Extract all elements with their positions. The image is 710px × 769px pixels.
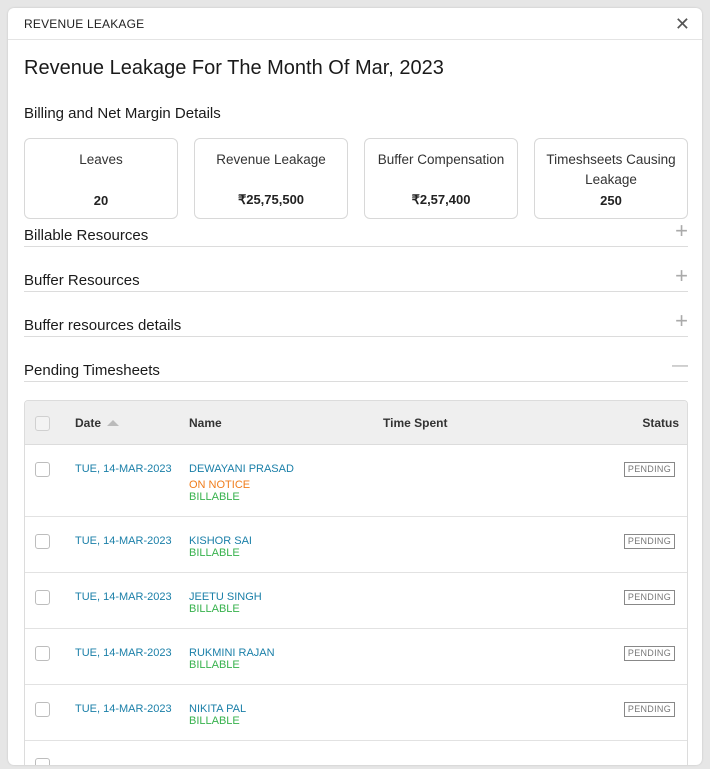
- column-time-spent: Time Spent: [383, 416, 448, 430]
- card-value: 250: [600, 193, 622, 208]
- card-value: ₹2,57,400: [411, 192, 471, 207]
- card-revenue-leakage: Revenue Leakage ₹25,75,500: [194, 138, 348, 219]
- row-date[interactable]: TUE, 14-MAR-2023: [75, 647, 172, 659]
- card-label: Timeshseets Causing Leakage: [546, 152, 676, 187]
- status-badge: PENDING: [623, 534, 675, 549]
- card-timesheets-causing-leakage: Timeshseets Causing Leakage 250: [534, 138, 688, 219]
- accordion-pending-timesheets[interactable]: Pending Timesheets —: [24, 337, 688, 382]
- billable-tag: BILLABLE: [189, 491, 240, 503]
- plus-icon[interactable]: +: [675, 220, 688, 242]
- billable-tag: BILLABLE: [189, 659, 240, 671]
- status-badge: PENDING: [623, 462, 675, 477]
- summary-cards: Leaves 20 Revenue Leakage ₹25,75,500 Buf…: [24, 138, 688, 219]
- row-date[interactable]: TUE, 14-MAR-2023: [75, 703, 172, 715]
- card-label: Revenue Leakage: [216, 152, 326, 167]
- pending-timesheets-table: Date Name Time Spent Status TUE, 14-MAR-…: [24, 400, 688, 765]
- table-header: Date Name Time Spent Status: [25, 401, 687, 445]
- accordion-label: Pending Timesheets: [24, 362, 160, 379]
- card-buffer-compensation: Buffer Compensation ₹2,57,400: [364, 138, 518, 219]
- select-all-checkbox[interactable]: [35, 416, 50, 431]
- status-badge: PENDING: [623, 646, 675, 661]
- plus-icon[interactable]: +: [675, 310, 688, 332]
- modal-header: REVENUE LEAKAGE ✕: [8, 8, 702, 40]
- accordion-buffer-resources-details[interactable]: Buffer resources details +: [24, 292, 688, 337]
- row-date[interactable]: TUE, 14-MAR-2023: [75, 535, 172, 547]
- row-date[interactable]: TUE, 14-MAR-2023: [75, 591, 172, 603]
- card-label: Leaves: [79, 152, 123, 167]
- card-label: Buffer Compensation: [377, 152, 505, 167]
- status-badge: PENDING: [623, 702, 675, 717]
- row-checkbox[interactable]: [35, 646, 50, 661]
- column-name: Name: [189, 416, 222, 430]
- card-value: 20: [93, 193, 109, 208]
- row-date[interactable]: TUE, 14-MAR-2023: [75, 463, 172, 475]
- table-row: TUE, 14-MAR-2023 NIKITA PAL BILLABLE PEN…: [25, 685, 687, 741]
- row-checkbox[interactable]: [35, 758, 50, 765]
- page-title: Revenue Leakage For The Month Of Mar, 20…: [24, 57, 444, 79]
- card-value: ₹25,75,500: [237, 192, 305, 207]
- row-name[interactable]: JEETU SINGH: [189, 591, 262, 603]
- column-date[interactable]: Date: [75, 416, 120, 430]
- row-checkbox[interactable]: [35, 702, 50, 717]
- status-badge: PENDING: [623, 590, 675, 605]
- billable-tag: BILLABLE: [189, 715, 240, 727]
- column-date-label: Date: [75, 416, 102, 430]
- row-name[interactable]: KISHOR SAI: [189, 535, 252, 547]
- accordion-billable-resources[interactable]: Billable Resources +: [24, 219, 688, 247]
- minus-icon[interactable]: —: [672, 358, 688, 374]
- modal-title: REVENUE LEAKAGE: [24, 16, 145, 31]
- row-checkbox[interactable]: [35, 590, 50, 605]
- accordion-label: Buffer resources details: [24, 317, 182, 334]
- row-name[interactable]: NIKITA PAL: [189, 703, 246, 715]
- accordion-label: Billable Resources: [24, 227, 149, 244]
- billable-tag: BILLABLE: [189, 603, 240, 615]
- card-leaves: Leaves 20: [24, 138, 178, 219]
- accordion-buffer-resources[interactable]: Buffer Resources +: [24, 247, 688, 292]
- close-icon[interactable]: ✕: [675, 15, 690, 33]
- plus-icon[interactable]: +: [675, 265, 688, 287]
- table-row: TUE, 14-MAR-2023 KISHOR SAI BILLABLE PEN…: [25, 517, 687, 573]
- billing-heading: Billing and Net Margin Details: [24, 105, 221, 122]
- accordion-label: Buffer Resources: [24, 272, 140, 289]
- sort-ascending-icon[interactable]: [107, 420, 120, 426]
- table-row: TUE, 14-MAR-2023 JEETU SINGH BILLABLE PE…: [25, 573, 687, 629]
- row-name[interactable]: DEWAYANI PRASAD: [189, 463, 294, 475]
- notice-tag: ON NOTICE: [189, 479, 251, 491]
- table-row: [25, 741, 687, 765]
- table-row: TUE, 14-MAR-2023 RUKMINI RAJAN BILLABLE …: [25, 629, 687, 685]
- row-checkbox[interactable]: [35, 534, 50, 549]
- column-status: Status: [642, 416, 679, 430]
- revenue-leakage-modal: REVENUE LEAKAGE ✕ Revenue Leakage For Th…: [8, 8, 702, 765]
- table-row: TUE, 14-MAR-2023 DEWAYANI PRASAD ON NOTI…: [25, 445, 687, 517]
- row-checkbox[interactable]: [35, 462, 50, 477]
- row-name[interactable]: RUKMINI RAJAN: [189, 647, 275, 659]
- billable-tag: BILLABLE: [189, 547, 240, 559]
